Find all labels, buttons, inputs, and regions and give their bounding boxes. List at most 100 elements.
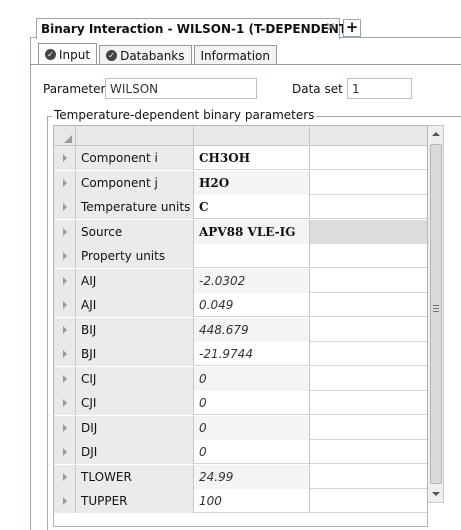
parameter-value-cell[interactable]: 100	[194, 489, 310, 513]
parameter-value-cell[interactable]: 0	[194, 440, 310, 464]
parameter-value-cell[interactable]: C	[194, 195, 310, 219]
tab-information[interactable]: Information	[193, 45, 277, 65]
close-icon[interactable]: ×	[325, 21, 336, 35]
parameter-value-cell[interactable]: 0	[194, 366, 310, 391]
table-row[interactable]: TUPPER 100	[54, 489, 427, 513]
parameter-name-cell: TLOWER	[76, 464, 194, 489]
table-row[interactable]: DIJ 0	[54, 415, 427, 440]
tab-databanks[interactable]: ✓ Databanks	[99, 45, 192, 65]
row-expand-arrow-icon[interactable]	[54, 293, 76, 317]
parameter-value-cell[interactable]: 0	[194, 415, 310, 440]
extra-cell[interactable]	[310, 318, 427, 342]
add-tab-icon[interactable]: +	[343, 19, 361, 37]
extra-cell[interactable]	[310, 367, 427, 391]
parameter-value-cell[interactable]	[194, 244, 310, 268]
row-expand-arrow-icon[interactable]	[54, 415, 76, 440]
parameter-value-cell[interactable]: 0.049	[194, 293, 310, 317]
parameter-value-cell[interactable]: H2O	[194, 170, 310, 195]
extra-cell[interactable]	[310, 146, 427, 170]
check-circle-icon: ✓	[106, 50, 118, 61]
column-header-value	[194, 126, 310, 146]
table-row[interactable]: CJI 0	[54, 391, 427, 415]
parameter-name-cell: Source	[76, 219, 194, 244]
row-expand-arrow-icon[interactable]	[54, 195, 76, 219]
parameter-name-cell: DJI	[76, 440, 194, 464]
row-expand-arrow-icon[interactable]	[54, 464, 76, 489]
table-row[interactable]: TLOWER 24.99	[54, 464, 427, 489]
extra-cell[interactable]	[310, 195, 427, 219]
parameter-name-cell: CJI	[76, 391, 194, 415]
parameter-name-cell: AIJ	[76, 268, 194, 293]
row-expand-arrow-icon[interactable]	[54, 366, 76, 391]
row-expand-arrow-icon[interactable]	[54, 489, 76, 513]
row-expand-arrow-icon[interactable]	[54, 391, 76, 415]
row-expand-arrow-icon[interactable]	[54, 317, 76, 342]
parameter-name-cell: TUPPER	[76, 489, 194, 513]
extra-cell[interactable]	[310, 489, 427, 513]
dataset-field[interactable]	[347, 78, 412, 99]
extra-cell[interactable]	[310, 416, 427, 440]
table-row[interactable]: Source APV88 VLE-IG	[54, 219, 427, 244]
parameter-name-cell: DIJ	[76, 415, 194, 440]
group-title: Temperature-dependent binary parameters	[52, 108, 317, 122]
tab-information-label: Information	[200, 48, 270, 63]
table-row[interactable]: AJI 0.049	[54, 293, 427, 317]
extra-cell[interactable]	[310, 269, 427, 293]
extra-cell[interactable]	[310, 391, 427, 415]
tab-input[interactable]: ✓ Input	[38, 43, 98, 65]
row-expand-arrow-icon[interactable]	[54, 170, 76, 195]
table-row[interactable]: AIJ -2.0302	[54, 268, 427, 293]
parameter-field[interactable]	[105, 78, 257, 99]
parameter-value-cell[interactable]: -21.9744	[194, 342, 310, 366]
scroll-up-icon[interactable]	[428, 126, 443, 142]
table-row[interactable]: Temperature units C	[54, 195, 427, 219]
row-expand-arrow-icon[interactable]	[54, 268, 76, 293]
parameter-name-cell: AJI	[76, 293, 194, 317]
parameter-value-cell[interactable]: APV88 VLE-IG	[194, 219, 310, 244]
document-tab-binary-interaction[interactable]: Binary Interaction - WILSON-1 (T-DEPENDE…	[36, 18, 353, 39]
check-circle-icon: ✓	[45, 49, 56, 60]
extra-cell[interactable]	[310, 465, 427, 489]
table-row[interactable]: DJI 0	[54, 440, 427, 464]
scroll-down-icon[interactable]	[428, 486, 443, 502]
parameter-value-cell[interactable]: 0	[194, 391, 310, 415]
table-row[interactable]: Property units	[54, 244, 427, 268]
table-row[interactable]: BJI -21.9744	[54, 342, 427, 366]
extra-cell[interactable]	[310, 440, 427, 464]
parameter-name-cell: Component j	[76, 170, 194, 195]
extra-cell[interactable]	[310, 171, 427, 195]
dataset-label: Data set	[292, 82, 343, 96]
document-tab-title: Binary Interaction - WILSON-1 (T-DEPENDE…	[41, 22, 353, 36]
grid-header	[54, 126, 427, 146]
parameter-name-cell: Component i	[76, 146, 194, 170]
parameter-value-cell[interactable]: 24.99	[194, 464, 310, 489]
parameter-name-cell: CIJ	[76, 366, 194, 391]
form-subtabs: ✓ Input ✓ Databanks Information	[38, 43, 279, 65]
extra-cell[interactable]	[310, 244, 427, 268]
extra-cell[interactable]	[310, 293, 427, 317]
parameter-name-cell: Property units	[76, 244, 194, 268]
table-row[interactable]: Component i CH3OH	[54, 146, 427, 170]
grid-vertical-scrollbar[interactable]	[428, 125, 444, 503]
table-row[interactable]: CIJ 0	[54, 366, 427, 391]
row-expand-arrow-icon[interactable]	[54, 440, 76, 464]
parameter-name-cell: BIJ	[76, 317, 194, 342]
tab-input-label: Input	[59, 47, 91, 62]
parameter-value-cell[interactable]: -2.0302	[194, 268, 310, 293]
select-all-corner[interactable]	[54, 126, 76, 146]
extra-cell[interactable]	[310, 219, 427, 244]
parameter-value-cell[interactable]: 448.679	[194, 317, 310, 342]
parameter-label: Parameter	[43, 82, 106, 96]
scroll-thumb[interactable]	[430, 144, 442, 484]
grip-icon	[433, 305, 439, 312]
parameter-name-cell: BJI	[76, 342, 194, 366]
parameter-value-cell[interactable]: CH3OH	[194, 146, 310, 170]
row-expand-arrow-icon[interactable]	[54, 219, 76, 244]
table-row[interactable]: BIJ 448.679	[54, 317, 427, 342]
row-expand-arrow-icon[interactable]	[54, 146, 76, 170]
extra-cell[interactable]	[310, 342, 427, 366]
row-expand-arrow-icon[interactable]	[54, 244, 76, 268]
table-row[interactable]: Component j H2O	[54, 170, 427, 195]
subtab-divider	[30, 64, 461, 65]
row-expand-arrow-icon[interactable]	[54, 342, 76, 366]
